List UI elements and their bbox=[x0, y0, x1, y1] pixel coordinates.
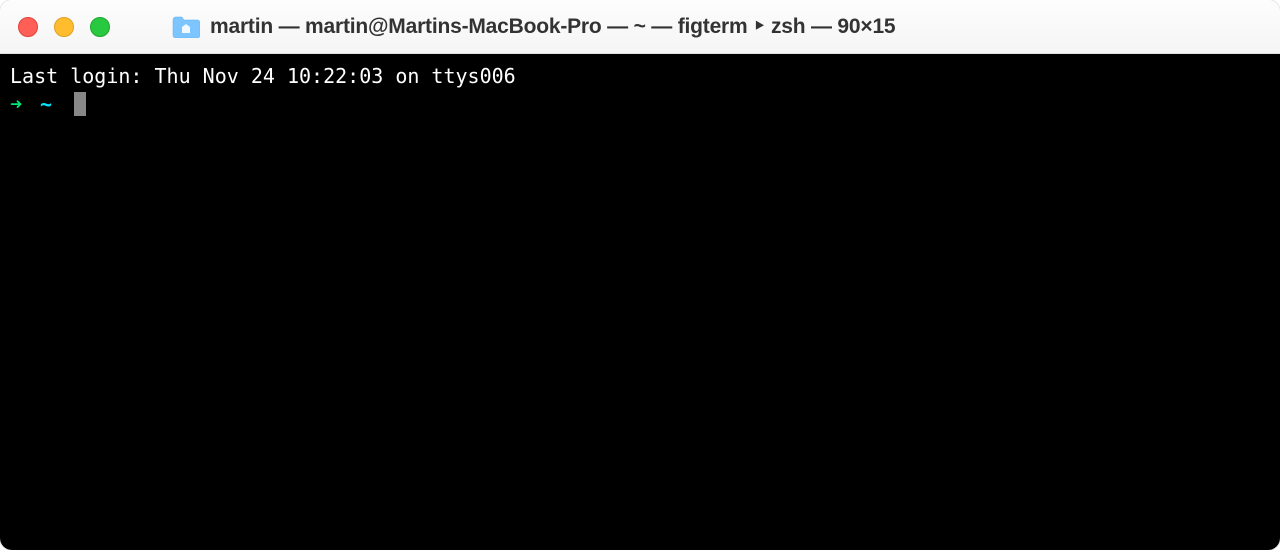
prompt-arrow-icon: ➜ bbox=[10, 90, 22, 118]
titlebar[interactable]: martin — martin@Martins-MacBook-Pro — ~ … bbox=[0, 0, 1280, 54]
prompt-line: ➜ ~ bbox=[10, 90, 1270, 118]
terminal-window: martin — martin@Martins-MacBook-Pro — ~ … bbox=[0, 0, 1280, 550]
traffic-lights bbox=[18, 17, 110, 37]
maximize-button[interactable] bbox=[90, 17, 110, 37]
title-group: martin — martin@Martins-MacBook-Pro — ~ … bbox=[172, 14, 895, 39]
prompt-cwd: ~ bbox=[40, 90, 52, 118]
close-button[interactable] bbox=[18, 17, 38, 37]
cursor bbox=[74, 92, 86, 116]
terminal-body[interactable]: Last login: Thu Nov 24 10:22:03 on ttys0… bbox=[0, 54, 1280, 550]
home-folder-icon bbox=[172, 16, 200, 38]
window-title: martin — martin@Martins-MacBook-Pro — ~ … bbox=[210, 14, 895, 39]
minimize-button[interactable] bbox=[54, 17, 74, 37]
last-login-line: Last login: Thu Nov 24 10:22:03 on ttys0… bbox=[10, 62, 1270, 90]
